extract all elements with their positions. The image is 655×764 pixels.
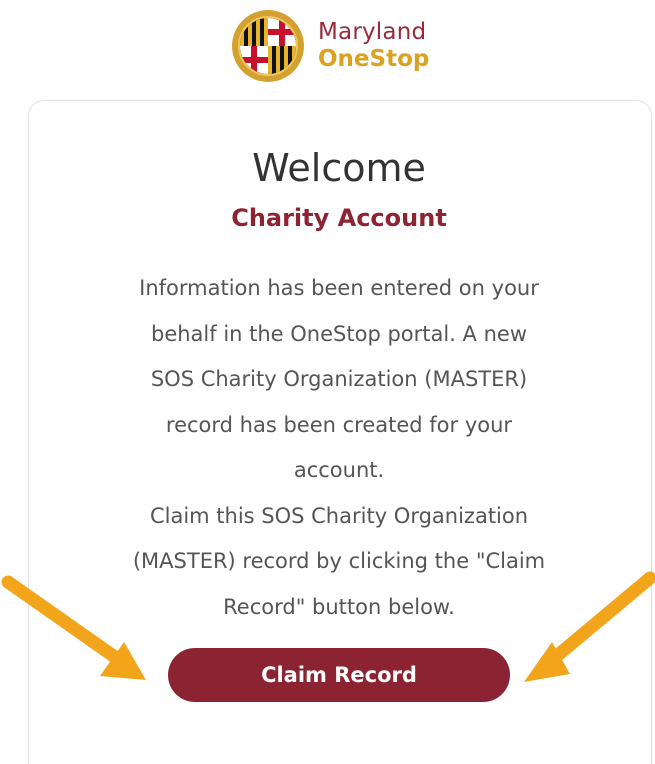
annotation-arrows — [1, 571, 655, 682]
left-arrow-icon — [1, 575, 146, 680]
page: Maryland OneStop Welcome Charity Account… — [0, 0, 655, 764]
right-arrow-icon — [524, 571, 655, 682]
